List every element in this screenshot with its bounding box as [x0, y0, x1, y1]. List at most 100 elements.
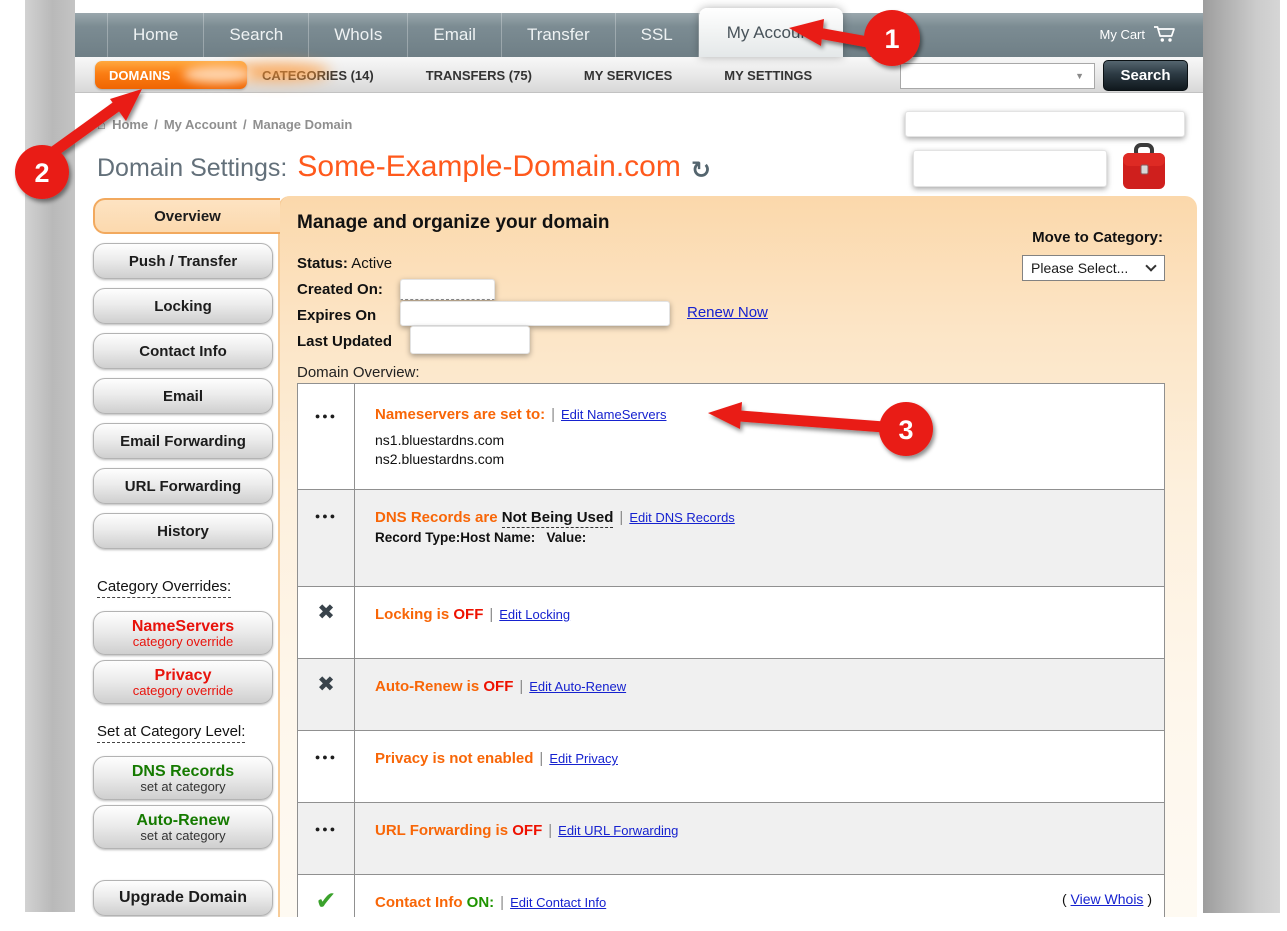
set-at-category-label[interactable]: Set at Category Level: — [97, 723, 245, 743]
nameserver-values: ns1.bluestardns.com ns2.bluestardns.com — [375, 431, 1148, 469]
edit-auto-renew-link[interactable]: Edit Auto-Renew — [529, 679, 626, 694]
page-title: Domain Settings: Some-Example-Domain.com… — [97, 150, 711, 184]
overview-row-locking: ✖ Locking is OFF|Edit Locking — [298, 586, 1164, 658]
created-label: Created On: — [297, 281, 383, 298]
separator: | — [551, 406, 555, 423]
edit-nameservers-link[interactable]: Edit NameServers — [561, 407, 666, 422]
edit-locking-link[interactable]: Edit Locking — [499, 607, 570, 622]
nav-search-combobox[interactable]: ▼ — [900, 63, 1095, 89]
url-forwarding-status: OFF — [512, 822, 542, 839]
sidebar-item-privacy-override[interactable]: Privacy category override — [93, 660, 273, 704]
expires-label: Expires On — [297, 307, 376, 324]
sidebar-item-push-transfer[interactable]: Push / Transfer — [93, 243, 273, 279]
sidebar-item-auto-renew-category[interactable]: Auto-Renew set at category — [93, 805, 273, 849]
category-select[interactable]: Please Select... — [1022, 255, 1165, 281]
sidebar-item-locking[interactable]: Locking — [93, 288, 273, 324]
sidebar-item-email[interactable]: Email — [93, 378, 273, 414]
nameserver-1: ns1.bluestardns.com — [375, 431, 1148, 450]
dns-not-used-text: Not Being Used — [502, 509, 614, 528]
privacy-title-text: Privacy is not enabled — [375, 750, 533, 767]
edit-contact-info-link[interactable]: Edit Contact Info — [510, 895, 606, 910]
status-block: Status: Active Created On: Expires On La… — [297, 251, 392, 355]
dots-icon: ●●● — [315, 824, 337, 874]
dots-icon: ●●● — [315, 411, 337, 489]
upgrade-domain-button[interactable]: Upgrade Domain — [93, 880, 273, 916]
breadcrumb-separator: / — [154, 117, 158, 132]
sidebar-item-nameservers-override[interactable]: NameServers category override — [93, 611, 273, 655]
blur-redaction — [183, 66, 253, 83]
home-icon: ⌂ — [97, 116, 106, 133]
nav-tab-home[interactable]: Home — [107, 13, 204, 57]
separator: | — [619, 509, 623, 526]
privacy-override-subtitle: category override — [133, 684, 233, 698]
my-cart-label: My Cart — [1100, 27, 1146, 42]
nav-search-button[interactable]: Search — [1103, 60, 1188, 91]
separator: | — [519, 678, 523, 695]
renew-now-link[interactable]: Renew Now — [687, 304, 768, 321]
separator: | — [500, 894, 504, 911]
category-overrides-label[interactable]: Category Overrides: — [97, 578, 231, 598]
record-headers: Record Type:Host Name: Value: — [375, 530, 1148, 545]
subnav-item-domains[interactable]: DOMAINS — [95, 61, 247, 89]
category-select-value: Please Select... — [1031, 260, 1128, 276]
page-title-prefix: Domain Settings: — [97, 154, 287, 183]
separator: | — [539, 750, 543, 767]
domain-overview-table: ●●● Nameservers are set to: | Edit NameSer… — [297, 383, 1165, 931]
panel-heading: Manage and organize your domain — [297, 212, 610, 234]
status-value: Active — [351, 255, 392, 272]
sidebar-item-email-forwarding[interactable]: Email Forwarding — [93, 423, 273, 459]
nav-tab-whois[interactable]: WhoIs — [309, 13, 408, 57]
nameserver-2: ns2.bluestardns.com — [375, 450, 1148, 469]
toolbox-icon[interactable] — [1122, 143, 1166, 192]
nav-tab-transfer[interactable]: Transfer — [502, 13, 616, 57]
sidebar-item-history[interactable]: History — [93, 513, 273, 549]
expires-line: Expires On — [297, 303, 392, 329]
edit-url-forwarding-link[interactable]: Edit URL Forwarding — [558, 823, 678, 838]
overview-row-dns-records: ●●● DNS Records are Not Being Used|Edit … — [298, 489, 1164, 586]
main-panel: Manage and organize your domain Status: … — [278, 196, 1197, 931]
nameservers-title-text: Nameservers are set to: — [375, 406, 545, 423]
overview-row-privacy: ●●● Privacy is not enabled|Edit Privacy — [298, 730, 1164, 802]
contact-info-title-text: Contact Info — [375, 894, 463, 911]
sidebar-item-dns-records-category[interactable]: DNS Records set at category — [93, 756, 273, 800]
locking-status: OFF — [453, 606, 483, 623]
sidebar-item-contact-info[interactable]: Contact Info — [93, 333, 273, 369]
top-nav-tabs: Home Search WhoIs Email Transfer SSL My … — [107, 13, 1203, 57]
domain-overview-label: Domain Overview: — [297, 364, 420, 381]
subnav-item-my-services[interactable]: MY SERVICES — [584, 68, 672, 83]
x-icon: ✖ — [317, 672, 335, 730]
updated-line: Last Updated — [297, 329, 392, 355]
move-to-category-label: Move to Category: — [1032, 229, 1163, 246]
privacy-override-title: Privacy — [155, 667, 212, 684]
sidebar-item-url-forwarding[interactable]: URL Forwarding — [93, 468, 273, 504]
nav-tab-my-account[interactable]: My Account — [699, 8, 843, 57]
subnav-item-transfers[interactable]: TRANSFERS (75) — [426, 68, 532, 83]
nav-tab-search[interactable]: Search — [204, 13, 309, 57]
refresh-icon[interactable]: ↻ — [691, 156, 711, 185]
sub-navigation-bar: DOMAINS CATEGORIES (14) TRANSFERS (75) M… — [75, 57, 1203, 93]
nav-tab-ssl[interactable]: SSL — [616, 13, 699, 57]
contact-info-status: ON: — [467, 894, 495, 911]
whois-paren-open: ( — [1062, 891, 1067, 907]
nav-tab-email[interactable]: Email — [408, 13, 502, 57]
breadcrumb-manage-domain[interactable]: Manage Domain — [253, 117, 353, 132]
edit-dns-records-link[interactable]: Edit DNS Records — [629, 510, 734, 525]
redacted-box — [400, 279, 495, 300]
privacy-title: Privacy is not enabled | Edit Privacy — [375, 750, 1148, 767]
view-whois: ( View Whois ) — [1062, 891, 1152, 907]
breadcrumb-my-account[interactable]: My Account — [164, 117, 237, 132]
subnav-item-my-settings[interactable]: MY SETTINGS — [724, 68, 812, 83]
screenshot-stage: Home Search WhoIs Email Transfer SSL My … — [0, 0, 1287, 931]
dns-records-title-text: DNS Records are — [375, 509, 498, 526]
view-whois-link[interactable]: View Whois — [1071, 891, 1144, 907]
separator: | — [489, 606, 493, 623]
breadcrumb-home[interactable]: Home — [112, 117, 148, 132]
my-cart-button[interactable]: My Cart — [1100, 25, 1178, 43]
auto-renew-title: Auto-Renew is OFF|Edit Auto-Renew — [375, 678, 1148, 695]
whois-paren-close: ) — [1147, 891, 1152, 907]
sidebar-item-overview[interactable]: Overview — [93, 198, 280, 234]
breadcrumb-separator: / — [243, 117, 247, 132]
subnav-links: CATEGORIES (14) TRANSFERS (75) MY SERVIC… — [262, 57, 812, 93]
edit-privacy-link[interactable]: Edit Privacy — [549, 751, 618, 766]
dns-records-category-title: DNS Records — [132, 763, 234, 780]
